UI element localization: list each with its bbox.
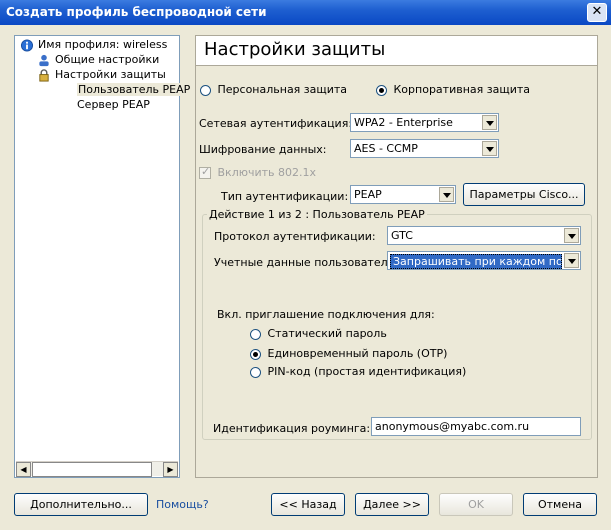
- profile-tree[interactable]: Имя профиля: wireless Общие настройки На…: [14, 35, 192, 478]
- close-button[interactable]: ✕: [587, 3, 607, 22]
- tree-item-profile-name[interactable]: Имя профиля: wireless: [20, 38, 167, 52]
- tree-item-peap-user[interactable]: Пользователь PEAP: [77, 83, 192, 96]
- radio-corporate-security[interactable]: Корпоративная защита: [376, 83, 530, 96]
- encryption-label: Шифрование данных:: [199, 143, 327, 156]
- radio-pin-indicator[interactable]: [250, 366, 261, 378]
- radio-static-password[interactable]: Статический пароль: [250, 327, 387, 340]
- radio-personal-indicator[interactable]: [200, 84, 211, 96]
- chevron-down-icon[interactable]: [482, 115, 497, 130]
- roaming-label: Идентификация роуминга:: [213, 422, 371, 435]
- tree-item-general-settings[interactable]: Общие настройки: [37, 53, 159, 67]
- tree-item-security-settings[interactable]: Настройки защиты: [37, 68, 166, 82]
- radio-otp-indicator[interactable]: [250, 348, 261, 360]
- window-title: Создать профиль беспроводной сети: [6, 5, 267, 19]
- help-link[interactable]: Помощь?: [156, 498, 209, 511]
- radio-static-indicator[interactable]: [250, 328, 261, 340]
- chevron-down-icon[interactable]: [564, 253, 579, 268]
- page-title: Настройки защиты: [204, 39, 386, 60]
- advanced-button[interactable]: Дополнительно...: [14, 493, 148, 516]
- cancel-button[interactable]: Отмена: [523, 493, 597, 516]
- back-button[interactable]: << Назад: [271, 493, 345, 516]
- cisco-options-button[interactable]: Параметры Cisco...: [463, 183, 585, 206]
- radio-corporate-indicator[interactable]: [376, 84, 387, 96]
- close-icon: ✕: [591, 4, 603, 19]
- auth-type-select[interactable]: PEAP: [350, 185, 456, 204]
- next-button[interactable]: Далее >>: [355, 493, 429, 516]
- auth-type-label: Тип аутентификации:: [221, 190, 349, 203]
- enable-8021x-checkbox[interactable]: Включить 802.1x: [199, 165, 316, 179]
- lock-icon: [39, 68, 49, 82]
- radio-personal-security[interactable]: Персональная защита: [200, 83, 347, 96]
- roaming-identity-field[interactable]: anonymous@myabc.com.ru: [371, 417, 581, 436]
- network-auth-select[interactable]: WPA2 - Enterprise: [350, 113, 499, 132]
- network-auth-label: Сетевая аутентификация:: [199, 117, 353, 130]
- ok-button[interactable]: OK: [439, 493, 513, 516]
- prompt-label: Вкл. приглашение подключения для:: [217, 308, 435, 321]
- tree-horizontal-scrollbar[interactable]: ◀ ▶: [16, 461, 178, 477]
- group-title: Действие 1 из 2 : Пользователь PEAP: [207, 208, 427, 221]
- encryption-select[interactable]: AES - CCMP: [350, 139, 499, 158]
- scroll-left-icon[interactable]: ◀: [16, 462, 31, 477]
- protocol-select[interactable]: GTC: [387, 226, 581, 245]
- chevron-down-icon[interactable]: [564, 228, 579, 243]
- radio-otp[interactable]: Единовременный пароль (OTP): [250, 347, 447, 360]
- panel-header: Настройки защиты: [196, 36, 597, 66]
- radio-pin[interactable]: PIN-код (простая идентификация): [250, 365, 466, 378]
- tree-item-peap-server[interactable]: Сервер PEAP: [77, 98, 150, 111]
- protocol-label: Протокол аутентификации:: [214, 230, 376, 243]
- credentials-label: Учетные данные пользователя:: [214, 256, 398, 269]
- chevron-down-icon[interactable]: [439, 187, 454, 202]
- title-bar: Создать профиль беспроводной сети ✕: [0, 0, 611, 25]
- info-icon: [20, 38, 34, 52]
- credentials-select[interactable]: Запрашивать при каждом подклю: [387, 251, 581, 270]
- scroll-right-icon[interactable]: ▶: [163, 462, 178, 477]
- users-icon: [39, 54, 49, 66]
- scroll-thumb[interactable]: [32, 462, 152, 477]
- checkbox-indicator[interactable]: [199, 165, 211, 179]
- chevron-down-icon[interactable]: [482, 141, 497, 156]
